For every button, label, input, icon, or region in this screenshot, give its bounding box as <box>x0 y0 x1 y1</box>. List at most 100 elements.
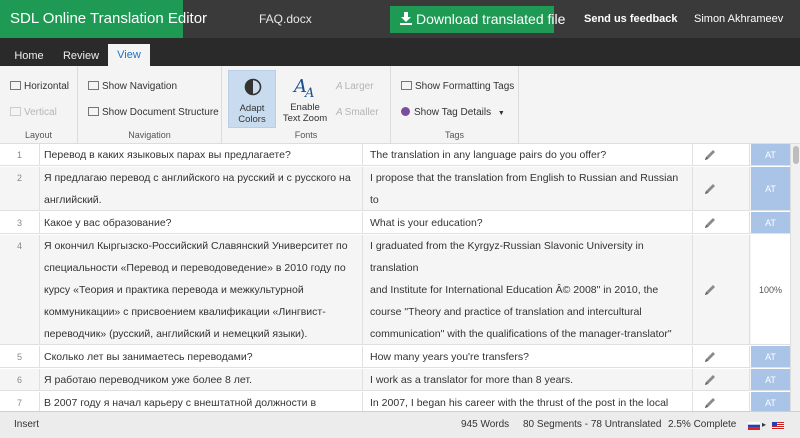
show-navigation-button[interactable]: Show Navigation <box>88 81 177 92</box>
tab-view[interactable]: View <box>108 44 150 66</box>
segment-row[interactable]: 1 Перевод в каких языковых парах вы предл… <box>0 144 790 166</box>
vertical-layout-icon <box>10 107 21 116</box>
source-line: Перевод в каких языковых парах вы предла… <box>44 149 291 161</box>
segment-number: 6 <box>0 369 40 390</box>
navigation-group: Show Navigation Show Document Structure … <box>78 66 222 144</box>
enable-text-zoom-button[interactable]: A A Enable Text Zoom <box>282 70 328 128</box>
vertical-scrollbar[interactable] <box>790 144 800 411</box>
show-document-structure-label: Show Document Structure <box>102 107 219 118</box>
status-label: AT <box>765 375 776 385</box>
insert-mode: Insert <box>14 419 40 430</box>
segment-number: 7 <box>0 392 40 411</box>
pencil-icon[interactable] <box>703 350 717 364</box>
target-text[interactable]: I propose that the translation from Engl… <box>364 167 693 210</box>
target-line: I work as a translator for more than 8 y… <box>370 374 574 386</box>
larger-icon: A <box>336 81 343 92</box>
edit-cell[interactable] <box>694 167 750 210</box>
target-text[interactable]: I graduated from the Kyrgyz-Russian Slav… <box>364 235 693 344</box>
target-line: course "Theory and practice of translati… <box>370 306 642 318</box>
target-text[interactable]: In 2007, I began his career with the thr… <box>364 392 693 411</box>
ribbon-panel: Horizontal Vertical Layout Show Navigati… <box>0 66 800 144</box>
navigation-icon <box>88 81 99 90</box>
edit-cell[interactable] <box>694 392 750 411</box>
tab-review[interactable]: Review <box>56 46 106 66</box>
status-label: AT <box>765 150 776 160</box>
text-zoom-line2: Text Zoom <box>282 113 328 124</box>
edit-cell[interactable] <box>694 346 750 367</box>
top-bar: SDL Online Translation Editor FAQ.docx D… <box>0 0 800 38</box>
source-line: Сколько лет вы занимаетесь переводами? <box>44 351 253 363</box>
source-text: Сколько лет вы занимаетесь переводами? <box>40 346 363 367</box>
segment-number: 2 <box>0 167 40 210</box>
segment-status: 100% <box>751 235 790 344</box>
segment-number: 5 <box>0 346 40 367</box>
target-line: What is your education? <box>370 217 483 229</box>
segment-number: 1 <box>0 144 40 165</box>
source-line: Я предлагаю перевод с английского на рус… <box>44 172 351 184</box>
target-line: and Institute for International Educatio… <box>370 284 659 296</box>
source-line: В 2007 году я начал карьеру с внештатной… <box>44 397 317 409</box>
tab-home[interactable]: Home <box>6 46 52 66</box>
edit-cell[interactable] <box>694 212 750 233</box>
text-zoom-line1: Enable <box>290 102 320 113</box>
edit-cell[interactable] <box>694 235 750 344</box>
segment-row[interactable]: 5 Сколько лет вы занимаетесь переводами? H… <box>0 346 790 368</box>
show-document-structure-button[interactable]: Show Document Structure <box>88 107 219 118</box>
source-line: английский. <box>44 194 102 206</box>
russian-flag-icon <box>748 422 760 430</box>
larger-font-button[interactable]: A Larger <box>336 81 374 92</box>
pencil-icon[interactable] <box>703 396 717 410</box>
segment-number: 3 <box>0 212 40 233</box>
target-line: I graduated from the Kyrgyz-Russian Slav… <box>370 240 644 274</box>
source-text: Перевод в каких языковых парах вы предла… <box>40 144 363 165</box>
adapt-colors-button[interactable]: Adapt Colors <box>228 70 276 128</box>
segment-row[interactable]: 3 Какое у вас образование? What is your ed… <box>0 212 790 234</box>
edit-cell[interactable] <box>694 144 750 165</box>
target-line: I propose that the translation from Engl… <box>370 172 679 206</box>
target-text[interactable]: The translation in any language pairs do… <box>364 144 693 165</box>
segment-row[interactable]: 2 Я предлагаю перевод с английского на ру… <box>0 167 790 211</box>
segment-status: AT <box>751 392 790 411</box>
scrollbar-thumb[interactable] <box>793 146 799 164</box>
formatting-tags-icon <box>401 81 412 90</box>
vertical-layout-button[interactable]: Vertical <box>10 107 57 118</box>
segment-row[interactable]: 4 Я окончил Кыргызско-Российский Славянск… <box>0 235 790 345</box>
segment-status: AT <box>751 144 790 165</box>
vertical-label: Vertical <box>24 107 57 118</box>
user-menu[interactable]: Simon Akhrameev <box>694 0 783 38</box>
document-structure-icon <box>88 107 99 116</box>
source-line: Я работаю переводчиком уже более 8 лет. <box>44 374 252 386</box>
horizontal-layout-button[interactable]: Horizontal <box>10 81 69 92</box>
adapt-colors-line2: Colors <box>238 114 266 125</box>
edit-cell[interactable] <box>694 369 750 390</box>
tags-group: Show Formatting Tags Show Tag Details ▼ … <box>391 66 519 144</box>
pencil-icon[interactable] <box>703 148 717 162</box>
show-formatting-tags-button[interactable]: Show Formatting Tags <box>401 81 514 92</box>
segment-row[interactable]: 7 В 2007 году я начал карьеру с внештатно… <box>0 392 790 411</box>
tags-group-label: Tags <box>444 130 464 140</box>
status-label: AT <box>765 352 776 362</box>
status-bar: Insert 945 Words 80 Segments - 78 Untran… <box>0 411 800 438</box>
target-text[interactable]: How many years you're transfers? <box>364 346 693 367</box>
pencil-icon[interactable] <box>703 373 717 387</box>
status-label: AT <box>765 398 776 408</box>
smaller-font-button[interactable]: A Smaller <box>336 107 379 118</box>
target-text[interactable]: I work as a translator for more than 8 y… <box>364 369 693 390</box>
segment-count: 80 Segments - 78 Untranslated <box>523 419 662 430</box>
segment-status: AT <box>751 212 790 233</box>
horizontal-layout-icon <box>10 81 21 90</box>
segment-row[interactable]: 6 Я работаю переводчиком уже более 8 лет.… <box>0 369 790 391</box>
pencil-icon[interactable] <box>703 283 717 297</box>
target-line: communication" with the qualifications o… <box>370 328 672 340</box>
pencil-icon[interactable] <box>703 216 717 230</box>
show-tag-details-dropdown[interactable]: Show Tag Details ▼ <box>401 107 505 118</box>
target-text[interactable]: What is your education? <box>364 212 693 233</box>
source-text: Я предлагаю перевод с английского на рус… <box>40 167 363 210</box>
fonts-group-label: Fonts <box>294 130 318 140</box>
pencil-icon[interactable] <box>703 182 717 196</box>
status-label: AT <box>765 184 776 194</box>
download-translated-file-button[interactable]: Download translated file <box>390 6 565 33</box>
smaller-icon: A <box>336 107 343 118</box>
send-feedback-link[interactable]: Send us feedback <box>584 0 678 38</box>
segment-grid: 1 Перевод в каких языковых парах вы предл… <box>0 144 790 411</box>
